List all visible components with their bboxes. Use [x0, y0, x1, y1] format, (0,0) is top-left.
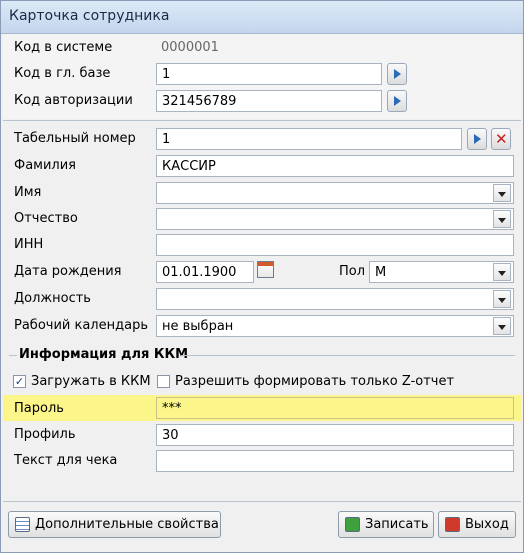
- position-label: Должность: [14, 291, 91, 306]
- tab-number-field[interactable]: 1: [156, 128, 462, 150]
- inn-field[interactable]: [156, 234, 514, 256]
- allow-z-only-label: Разрешить формировать только Z-отчет: [175, 374, 455, 389]
- kkm-section-title: Информация для ККМ: [19, 347, 189, 362]
- window-title: Карточка сотрудника: [9, 8, 170, 24]
- exit-button[interactable]: Выход: [438, 511, 516, 538]
- arrow-right-icon: [474, 134, 481, 144]
- gender-label: Пол: [339, 264, 366, 279]
- profile-field[interactable]: 30: [156, 424, 514, 446]
- receipt-text-label: Текст для чека: [14, 453, 118, 468]
- inn-label: ИНН: [14, 237, 44, 252]
- table-icon: [15, 517, 30, 532]
- name-label: Имя: [14, 185, 42, 200]
- receipt-text-field[interactable]: [156, 450, 514, 472]
- password-field[interactable]: ***: [156, 397, 514, 419]
- extra-properties-label: Дополнительные свойства: [35, 517, 219, 532]
- arrow-right-icon: [394, 69, 401, 79]
- allow-z-only-checkbox[interactable]: [157, 375, 170, 388]
- checkbox-icon: ✓: [14, 375, 25, 388]
- main-base-code-field[interactable]: 1: [156, 63, 382, 85]
- tab-number-label: Табельный номер: [14, 131, 136, 146]
- arrow-right-icon: [394, 96, 401, 106]
- auth-code-select-button[interactable]: [387, 90, 407, 112]
- dropdown-arrow-icon[interactable]: [493, 263, 511, 281]
- footer-divider: [3, 501, 521, 502]
- load-to-kkm-checkbox[interactable]: ✓: [13, 375, 26, 388]
- position-combobox[interactable]: [156, 288, 514, 310]
- exit-icon: [445, 517, 460, 532]
- load-to-kkm-label: Загружать в ККМ: [31, 374, 151, 389]
- dropdown-arrow-icon[interactable]: [493, 290, 511, 308]
- section-line-right: [181, 355, 515, 356]
- calendar-label: Рабочий календарь: [14, 318, 148, 333]
- auth-code-field[interactable]: 321456789: [156, 90, 382, 112]
- auth-code-label: Код авторизации: [14, 93, 133, 108]
- dropdown-arrow-icon[interactable]: [493, 317, 511, 335]
- delete-icon: ✕: [495, 130, 508, 148]
- main-base-code-label: Код в гл. базе: [14, 66, 111, 81]
- birth-date-field[interactable]: 01.01.1900: [156, 261, 254, 283]
- save-icon: [345, 517, 360, 532]
- tab-number-select-button[interactable]: [467, 128, 487, 150]
- dropdown-arrow-icon[interactable]: [493, 210, 511, 228]
- birth-date-label: Дата рождения: [14, 264, 122, 279]
- name-combobox[interactable]: [156, 182, 514, 204]
- tab-number-clear-button[interactable]: ✕: [491, 128, 511, 150]
- work-calendar-combobox[interactable]: не выбран: [156, 315, 514, 337]
- profile-label: Профиль: [14, 427, 76, 442]
- save-button[interactable]: Записать: [338, 511, 434, 538]
- extra-properties-button[interactable]: Дополнительные свойства: [8, 511, 221, 538]
- system-code-label: Код в системе: [14, 40, 113, 55]
- divider: [3, 120, 521, 121]
- save-label: Записать: [365, 517, 429, 532]
- surname-field[interactable]: КАССИР: [156, 155, 514, 177]
- surname-label: Фамилия: [14, 158, 76, 173]
- system-code-value: 0000001: [161, 40, 219, 55]
- employee-card-window: Карточка сотрудника Код в системе 000000…: [0, 0, 524, 553]
- password-label: Пароль: [14, 401, 64, 416]
- exit-label: Выход: [465, 517, 509, 532]
- section-line-left: [9, 355, 17, 356]
- calendar-icon[interactable]: [257, 261, 274, 278]
- title-bar: Карточка сотрудника: [1, 1, 523, 34]
- patronymic-combobox[interactable]: [156, 208, 514, 230]
- main-base-code-select-button[interactable]: [387, 63, 407, 85]
- patronymic-label: Отчество: [14, 211, 78, 226]
- dropdown-arrow-icon[interactable]: [493, 184, 511, 202]
